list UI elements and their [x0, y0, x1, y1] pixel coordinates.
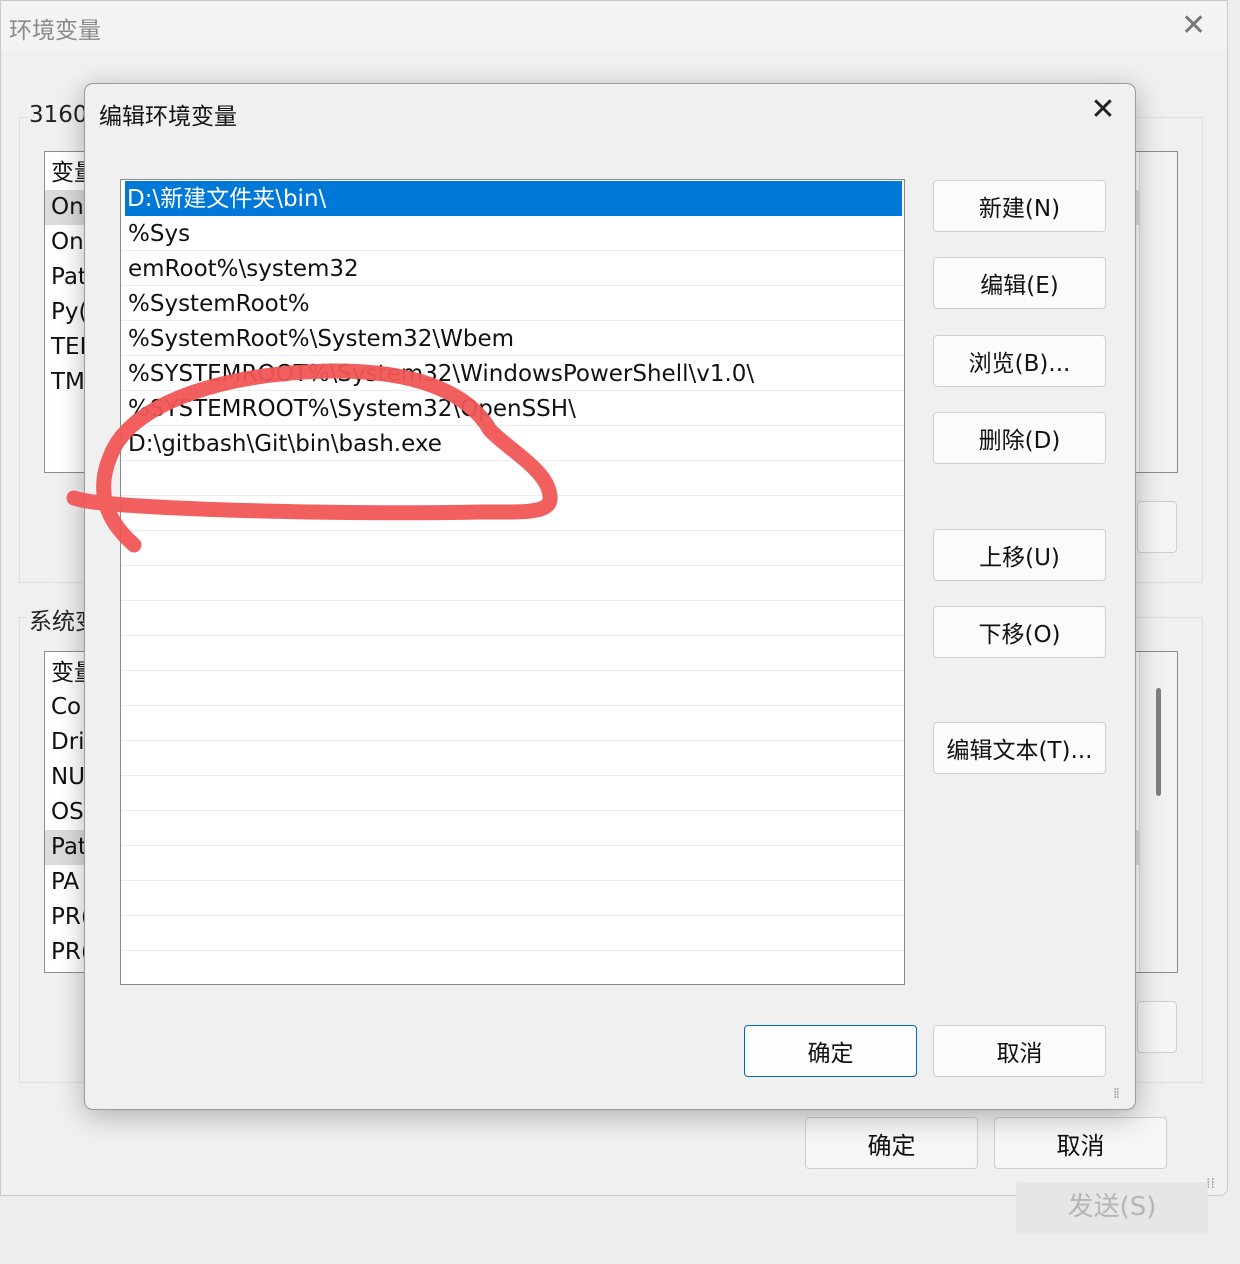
move-down-button[interactable]: 下移(O): [933, 606, 1106, 658]
parent-ok-button[interactable]: 确定: [805, 1117, 978, 1169]
parent-close-icon[interactable]: ✕: [1181, 11, 1206, 41]
empty-row[interactable]: [121, 811, 904, 846]
path-list-item[interactable]: %SystemRoot%: [121, 286, 904, 321]
close-icon[interactable]: ✕: [1085, 92, 1121, 128]
new-button[interactable]: 新建(N): [933, 180, 1106, 232]
empty-row[interactable]: [121, 706, 904, 741]
system-list-scrollbar[interactable]: [1139, 652, 1177, 972]
empty-row[interactable]: [121, 846, 904, 881]
path-list-item[interactable]: %SystemRoot%\System32\Wbem: [121, 321, 904, 356]
dialog-title: 编辑环境变量: [99, 104, 237, 130]
parent-titlebar: 环境变量 ✕: [1, 1, 1227, 51]
edit-text-button[interactable]: 编辑文本(T)...: [933, 722, 1106, 774]
move-up-button[interactable]: 上移(U): [933, 529, 1106, 581]
path-list-item[interactable]: D:\新建文件夹\bin\: [125, 181, 902, 216]
empty-row[interactable]: [121, 671, 904, 706]
edit-button[interactable]: 编辑(E): [933, 257, 1106, 309]
empty-row[interactable]: [121, 461, 904, 496]
path-list-item[interactable]: emRoot%\system32: [121, 251, 904, 286]
resize-grip-icon[interactable]: ⁞⁞: [1113, 1086, 1120, 1102]
path-list-item[interactable]: %SYSTEMROOT%\System32\WindowsPowerShell\…: [121, 356, 904, 391]
parent-window-title: 环境变量: [9, 18, 101, 44]
system-button-stub[interactable]: [1137, 1001, 1177, 1053]
empty-row[interactable]: [121, 566, 904, 601]
empty-row[interactable]: [121, 741, 904, 776]
user-list-scrollbar[interactable]: [1139, 152, 1177, 472]
empty-row[interactable]: [121, 951, 904, 984]
empty-row[interactable]: [121, 601, 904, 636]
ok-button[interactable]: 确定: [744, 1025, 917, 1077]
browse-button[interactable]: 浏览(B)...: [933, 335, 1106, 387]
empty-row[interactable]: [121, 496, 904, 531]
edit-environment-variable-dialog: 编辑环境变量 ✕ D:\新建文件夹\bin\ %Sys emRoot%\syst…: [84, 83, 1136, 1110]
system-scroll-thumb[interactable]: [1156, 688, 1161, 796]
empty-row[interactable]: [121, 531, 904, 566]
empty-row[interactable]: [121, 916, 904, 951]
cancel-button[interactable]: 取消: [933, 1025, 1106, 1077]
path-list[interactable]: D:\新建文件夹\bin\ %Sys emRoot%\system32 %Sys…: [120, 179, 905, 985]
path-list-item[interactable]: %Sys: [121, 216, 904, 251]
user-variables-label: 3160: [27, 102, 92, 128]
delete-button[interactable]: 删除(D): [933, 412, 1106, 464]
parent-cancel-button[interactable]: 取消: [994, 1117, 1167, 1169]
send-button[interactable]: 发送(S): [1016, 1182, 1208, 1234]
empty-row[interactable]: [121, 881, 904, 916]
empty-row[interactable]: [121, 636, 904, 671]
empty-row[interactable]: [121, 776, 904, 811]
user-button-stub[interactable]: [1137, 501, 1177, 553]
path-list-item[interactable]: D:\gitbash\Git\bin\bash.exe: [121, 426, 904, 461]
path-list-item[interactable]: %SYSTEMROOT%\System32\OpenSSH\: [121, 391, 904, 426]
